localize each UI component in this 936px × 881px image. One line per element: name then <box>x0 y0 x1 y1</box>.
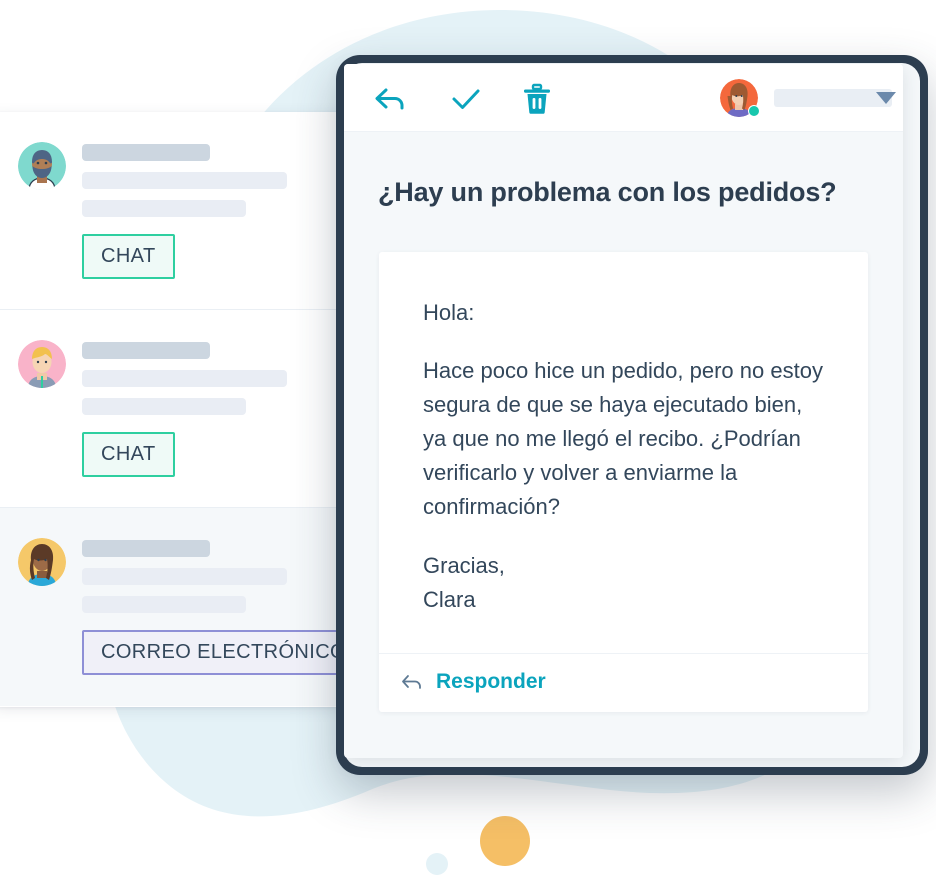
skeleton-lines <box>82 342 287 426</box>
avatar <box>18 340 66 388</box>
channel-badge-chat[interactable]: CHAT <box>82 234 175 279</box>
email-greeting: Hola: <box>423 300 475 325</box>
skeleton-line-tertiary <box>82 200 246 217</box>
email-toolbar <box>344 64 903 132</box>
avatar-bearded-man-icon <box>18 142 66 190</box>
check-icon[interactable] <box>449 82 483 116</box>
screenshot-stage: CHAT CHAT CORREO ELECTRÓNICO ¿Hay un pro… <box>0 0 936 881</box>
email-body: Hola: Hace poco hice un pedido, pero no … <box>379 252 868 653</box>
skeleton-lines <box>82 144 287 228</box>
conversation-list: CHAT CHAT CORREO ELECTRÓNICO <box>0 112 343 707</box>
skeleton-line-secondary <box>82 172 287 189</box>
reply-arrow-icon[interactable] <box>373 82 407 116</box>
skeleton-line-tertiary <box>82 596 246 613</box>
small-blue-dot <box>426 853 448 875</box>
trash-icon[interactable] <box>522 83 552 115</box>
email-signature: Gracias, Clara <box>423 549 824 617</box>
email-subject: ¿Hay un problema con los pedidos? <box>378 177 837 207</box>
skeleton-line-tertiary <box>82 398 246 415</box>
reply-arrow-icon <box>401 673 423 691</box>
orange-dot <box>480 816 530 866</box>
avatar-blonde-person-icon <box>18 340 66 388</box>
avatar <box>18 142 66 190</box>
reply-button[interactable]: Responder <box>436 670 546 694</box>
email-paragraph: Hace poco hice un pedido, pero no estoy … <box>423 358 823 520</box>
skeleton-line-secondary <box>82 370 287 387</box>
status-online-indicator <box>748 105 760 117</box>
account-name-placeholder[interactable] <box>774 89 892 107</box>
channel-badge-chat[interactable]: CHAT <box>82 432 175 477</box>
chevron-down-icon[interactable] <box>876 92 896 104</box>
list-item[interactable]: CHAT <box>0 112 343 310</box>
email-signoff: Gracias, <box>423 552 505 578</box>
avatar-curly-hair-woman-icon <box>18 538 66 586</box>
skeleton-lines <box>82 540 287 624</box>
email-sender: Clara <box>423 586 476 612</box>
channel-badge-email[interactable]: CORREO ELECTRÓNICO <box>82 630 343 675</box>
avatar <box>18 538 66 586</box>
skeleton-line-secondary <box>82 568 287 585</box>
skeleton-line-primary <box>82 540 210 557</box>
skeleton-line-primary <box>82 144 210 161</box>
skeleton-line-primary <box>82 342 210 359</box>
list-item[interactable]: CHAT <box>0 310 343 508</box>
list-item-selected[interactable]: CORREO ELECTRÓNICO <box>0 508 343 706</box>
email-window: ¿Hay un problema con los pedidos? Hola: … <box>344 64 903 758</box>
email-footer: Responder <box>379 652 868 712</box>
email-message-card: Hola: Hace poco hice un pedido, pero no … <box>379 252 868 712</box>
